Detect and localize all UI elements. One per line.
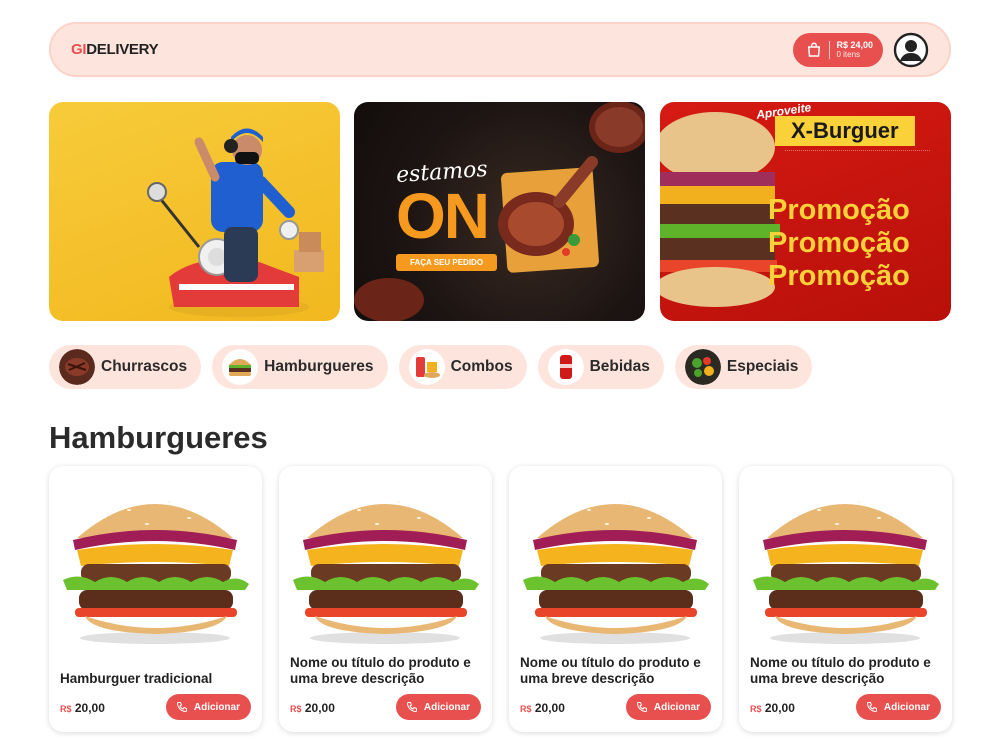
category-label: Especiais bbox=[726, 358, 799, 375]
product-image bbox=[63, 501, 249, 644]
add-to-cart-button[interactable]: Adicionar bbox=[855, 694, 941, 720]
promo-line-1: Promoção bbox=[768, 194, 910, 226]
add-to-cart-button[interactable]: Adicionar bbox=[625, 694, 711, 720]
product-grid: Hamburguer tradicional R$ 20,00 Adiciona… bbox=[49, 466, 952, 732]
product-title: Nome ou título do produto e uma breve de… bbox=[290, 655, 471, 686]
promo-title: X-Burguer bbox=[775, 116, 915, 146]
category-bebidas[interactable]: Bebidas bbox=[537, 345, 664, 389]
product-card[interactable]: Nome ou título do produto e uma breve de… bbox=[739, 466, 952, 732]
cart-button[interactable]: R$ 24,00 0 itens bbox=[793, 32, 883, 67]
product-price: R$ 20,00 bbox=[750, 701, 795, 715]
promo-line-3: Promoção bbox=[768, 260, 910, 292]
price-value: 20,00 bbox=[304, 701, 335, 715]
price-currency: R$ bbox=[750, 704, 762, 714]
steak-icon bbox=[59, 349, 95, 385]
cart-divider bbox=[829, 40, 831, 59]
banner-estamos-on[interactable]: estamos ON FAÇA SEU PEDIDO bbox=[354, 102, 645, 321]
add-button-label: Adicionar bbox=[883, 701, 930, 713]
promo-line-2: Promoção bbox=[768, 227, 910, 259]
category-label: Combos bbox=[450, 358, 513, 375]
user-circle-icon[interactable] bbox=[893, 32, 929, 68]
price-currency: R$ bbox=[60, 704, 72, 714]
shopping-bag-icon bbox=[808, 42, 821, 57]
soda-can-icon bbox=[547, 349, 584, 385]
product-image bbox=[293, 501, 479, 644]
product-price: R$ 20,00 bbox=[60, 701, 105, 715]
product-card[interactable]: Nome ou título do produto e uma breve de… bbox=[279, 466, 492, 732]
order-now-badge[interactable]: FAÇA SEU PEDIDO bbox=[396, 254, 498, 271]
product-card[interactable]: Hamburguer tradicional R$ 20,00 Adiciona… bbox=[49, 466, 262, 732]
special-dish-icon bbox=[684, 349, 721, 385]
top-header: GIDELIVERY R$ 24,00 0 itens bbox=[49, 22, 951, 77]
add-to-cart-button[interactable]: Adicionar bbox=[165, 694, 251, 720]
product-price: R$ 20,00 bbox=[520, 701, 565, 715]
product-title: Nome ou título do produto e uma breve de… bbox=[750, 655, 931, 686]
price-value: 20,00 bbox=[764, 701, 795, 715]
banner-x-burguer-promo[interactable]: Aproveite X-Burguer Promoção Promoção Pr… bbox=[660, 102, 951, 321]
phone-icon bbox=[866, 702, 877, 713]
logo-prefix: GI bbox=[71, 41, 87, 58]
product-title: Hamburguer tradicional bbox=[60, 671, 213, 686]
product-image bbox=[753, 501, 939, 644]
banner-delivery[interactable] bbox=[49, 102, 340, 321]
price-value: 20,00 bbox=[534, 701, 565, 715]
price-currency: R$ bbox=[290, 704, 302, 714]
cart-summary: R$ 24,00 0 itens bbox=[836, 40, 873, 60]
section-title: Hamburgueres bbox=[49, 420, 268, 455]
banner-on-text: ON bbox=[396, 180, 490, 252]
product-title: Nome ou título do produto e uma breve de… bbox=[520, 655, 701, 686]
cart-item-count: 0 itens bbox=[836, 49, 861, 59]
phone-icon bbox=[176, 702, 187, 713]
burger-icon bbox=[222, 349, 259, 385]
category-especiais[interactable]: Especiais bbox=[674, 345, 813, 389]
header-actions: R$ 24,00 0 itens bbox=[793, 32, 929, 68]
add-button-label: Adicionar bbox=[423, 701, 470, 713]
product-price: R$ 20,00 bbox=[290, 701, 335, 715]
product-image bbox=[523, 501, 709, 644]
category-hamburgueres[interactable]: Hamburgueres bbox=[212, 345, 388, 389]
product-card[interactable]: Nome ou título do produto e uma breve de… bbox=[509, 466, 722, 732]
cart-total: R$ 24,00 bbox=[836, 39, 873, 50]
delivery-rider-illustration bbox=[147, 128, 324, 317]
add-button-label: Adicionar bbox=[193, 701, 240, 713]
phone-icon bbox=[406, 702, 417, 713]
price-value: 20,00 bbox=[74, 701, 105, 715]
combo-meal-icon bbox=[408, 349, 445, 385]
category-combos[interactable]: Combos bbox=[398, 345, 527, 389]
phone-icon bbox=[636, 702, 647, 713]
price-currency: R$ bbox=[520, 704, 532, 714]
category-churrascos[interactable]: Churrascos bbox=[49, 345, 202, 389]
category-label: Churrascos bbox=[101, 358, 188, 375]
logo-suffix: DELIVERY bbox=[86, 41, 159, 58]
logo[interactable]: GIDELIVERY bbox=[71, 41, 159, 58]
add-to-cart-button[interactable]: Adicionar bbox=[395, 694, 481, 720]
promo-fineprint bbox=[785, 150, 930, 174]
category-label: Bebidas bbox=[589, 358, 650, 375]
category-bar: Churrascos Hamburgueres Combos Bebidas E… bbox=[49, 345, 813, 389]
add-button-label: Adicionar bbox=[653, 701, 700, 713]
category-label: Hamburgueres bbox=[264, 358, 374, 375]
